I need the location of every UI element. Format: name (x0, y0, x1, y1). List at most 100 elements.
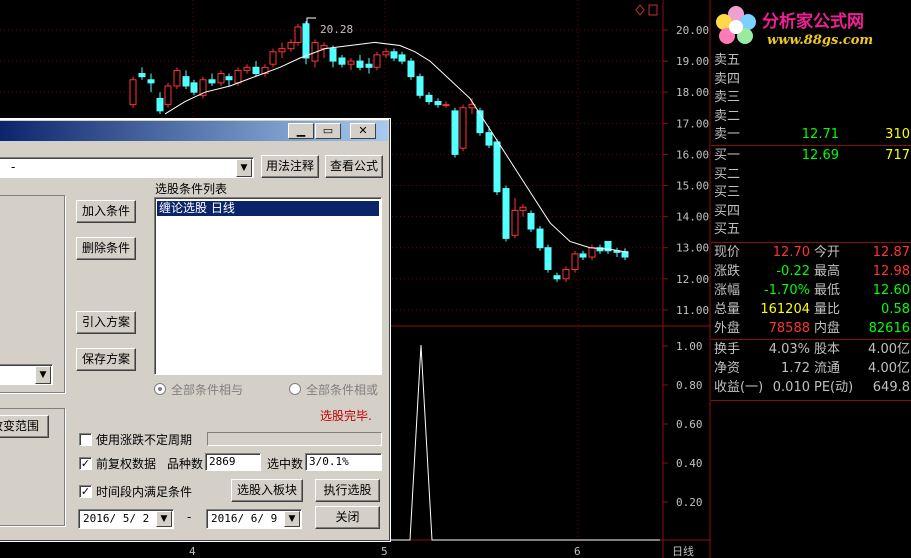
stat-label: 外盘 (714, 321, 741, 336)
order-book-row: 买一 12.69 717 (714, 147, 910, 165)
count-field: 2869 (205, 453, 261, 471)
restore-button[interactable]: ▭ (315, 123, 341, 139)
formula-combo[interactable]: - ▼ (0, 157, 254, 178)
candle-body (287, 41, 295, 50)
stat-label: 最高 (814, 264, 841, 279)
import-scheme-button[interactable]: 引入方案 (76, 311, 136, 334)
irregular-period-checkbox[interactable] (79, 433, 92, 446)
close-icon[interactable]: ✕ (350, 123, 376, 139)
chart-corner-icons[interactable] (635, 4, 658, 16)
price-tick-label: 19.00 (676, 55, 709, 68)
ask-label: 卖五 (714, 53, 741, 68)
close-button[interactable]: 关闭 (315, 506, 380, 529)
candle-body (278, 48, 286, 53)
order-book-row: 卖二 (714, 108, 910, 126)
stock-screener-dialog: ▁ ▭ ✕ - ▼ 用法注释 查看公式 ▼ 加入条件 删除条件 引入方案 保存方… (0, 118, 391, 542)
add-condition-button[interactable]: 加入条件 (76, 200, 136, 223)
stat-row: 外盘 78588 内盘 82616 (714, 320, 910, 338)
candle-body (544, 247, 552, 270)
candle-body (527, 212, 535, 230)
selected-field: 3/0.1% (305, 453, 382, 471)
divider (711, 339, 911, 340)
chevron-down-icon[interactable]: ▼ (284, 511, 300, 527)
stat-label: 今开 (814, 245, 841, 260)
candle-body (347, 60, 355, 65)
maximize-icon (648, 4, 658, 16)
stat-label: 量比 (814, 302, 841, 317)
stat-label: 现价 (714, 245, 741, 260)
condition-list-title: 选股条件列表 (155, 182, 228, 196)
stat-label: 总量 (714, 302, 741, 317)
candle-body (425, 94, 433, 103)
order-book-row: 卖三 (714, 89, 910, 107)
bid-volume: 717 (885, 148, 910, 163)
price-tick-label: 15.00 (676, 180, 709, 193)
dialog-titlebar[interactable]: ▁ ▭ ✕ (0, 121, 388, 141)
minimize-button[interactable]: ▁ (288, 123, 314, 139)
list-item[interactable]: 缠论选股 日线 (157, 201, 379, 216)
parameter-combo[interactable]: ▼ (0, 364, 53, 385)
candle-body (129, 79, 137, 106)
save-scheme-button[interactable]: 保存方案 (76, 348, 136, 371)
candle-body (182, 76, 190, 87)
candle-body (269, 51, 277, 65)
candle-body (225, 76, 233, 81)
indicator-tick-label: 0.20 (676, 496, 703, 509)
price-tick-label: 20.00 (676, 24, 709, 37)
radio-or[interactable] (289, 383, 301, 395)
ask-label: 卖二 (714, 108, 741, 124)
candle-body (338, 57, 346, 65)
chevron-down-icon[interactable]: ▼ (156, 511, 172, 527)
price-tick-label: 13.00 (676, 242, 709, 255)
fund-label: PE(动) (814, 380, 854, 395)
stat-value: 78588 (768, 321, 810, 336)
stat-value: 12.70 (772, 245, 810, 260)
count-value: 2869 (209, 455, 236, 468)
candle-body (459, 107, 467, 149)
bid-label: 买五 (714, 222, 741, 237)
candle-body (164, 85, 172, 106)
chevron-down-icon[interactable]: ▼ (236, 159, 252, 177)
candle-body (493, 141, 501, 193)
period-checkbox[interactable]: ✓ (79, 485, 92, 498)
execute-button[interactable]: 执行选股 (315, 479, 380, 502)
fund-value: 4.03% (768, 342, 810, 357)
candle-body (173, 69, 181, 87)
order-book-row: 买三 (714, 184, 910, 202)
chevron-down-icon[interactable]: ▼ (35, 366, 51, 384)
candle-body (356, 60, 364, 68)
indicator-tick-label: 0.60 (676, 418, 703, 431)
condition-list[interactable]: 缠论选股 日线 (154, 197, 382, 375)
candle-body (302, 23, 310, 59)
candle-body (294, 26, 302, 43)
order-book-row: 卖五 (714, 52, 910, 70)
prev-restore-label: 前复权数据 (96, 457, 157, 471)
fund-label: 流通 (814, 361, 841, 376)
view-formula-button[interactable]: 查看公式 (325, 155, 383, 178)
change-range-button[interactable]: 改变范围 (0, 415, 49, 438)
ask-label: 卖三 (714, 90, 741, 105)
candle-body (562, 268, 570, 280)
date-from-picker[interactable]: 2016/ 5/ 2 ▼ (78, 509, 174, 529)
candle-body (434, 101, 442, 106)
stat-label: 涨幅 (714, 283, 741, 298)
candle-body (442, 104, 450, 107)
prev-restore-checkbox[interactable]: ✓ (79, 457, 92, 470)
delete-condition-button[interactable]: 删除条件 (76, 237, 136, 260)
usage-notes-button[interactable]: 用法注释 (261, 155, 319, 178)
date-to-picker[interactable]: 2016/ 6/ 9 ▼ (206, 509, 302, 529)
candle-body (208, 79, 216, 84)
ask-volume: 310 (885, 127, 910, 142)
stat-row: 总量 161204 量比 0.58 (714, 301, 910, 319)
date-separator: - (187, 510, 192, 524)
fund-row: 换手 4.03% 股本 4.00亿 (714, 341, 910, 359)
radio-and[interactable] (154, 383, 166, 395)
fund-row: 净资 1.72 流通 4.00亿 (714, 360, 910, 378)
candle-body (329, 48, 337, 62)
candle-body (588, 247, 596, 258)
bid-label: 买三 (714, 185, 741, 200)
fund-value: 649.8 (872, 380, 910, 395)
candle-body (536, 228, 544, 249)
stat-label: 内盘 (814, 321, 841, 336)
to-block-button[interactable]: 选股入板块 (231, 479, 303, 502)
